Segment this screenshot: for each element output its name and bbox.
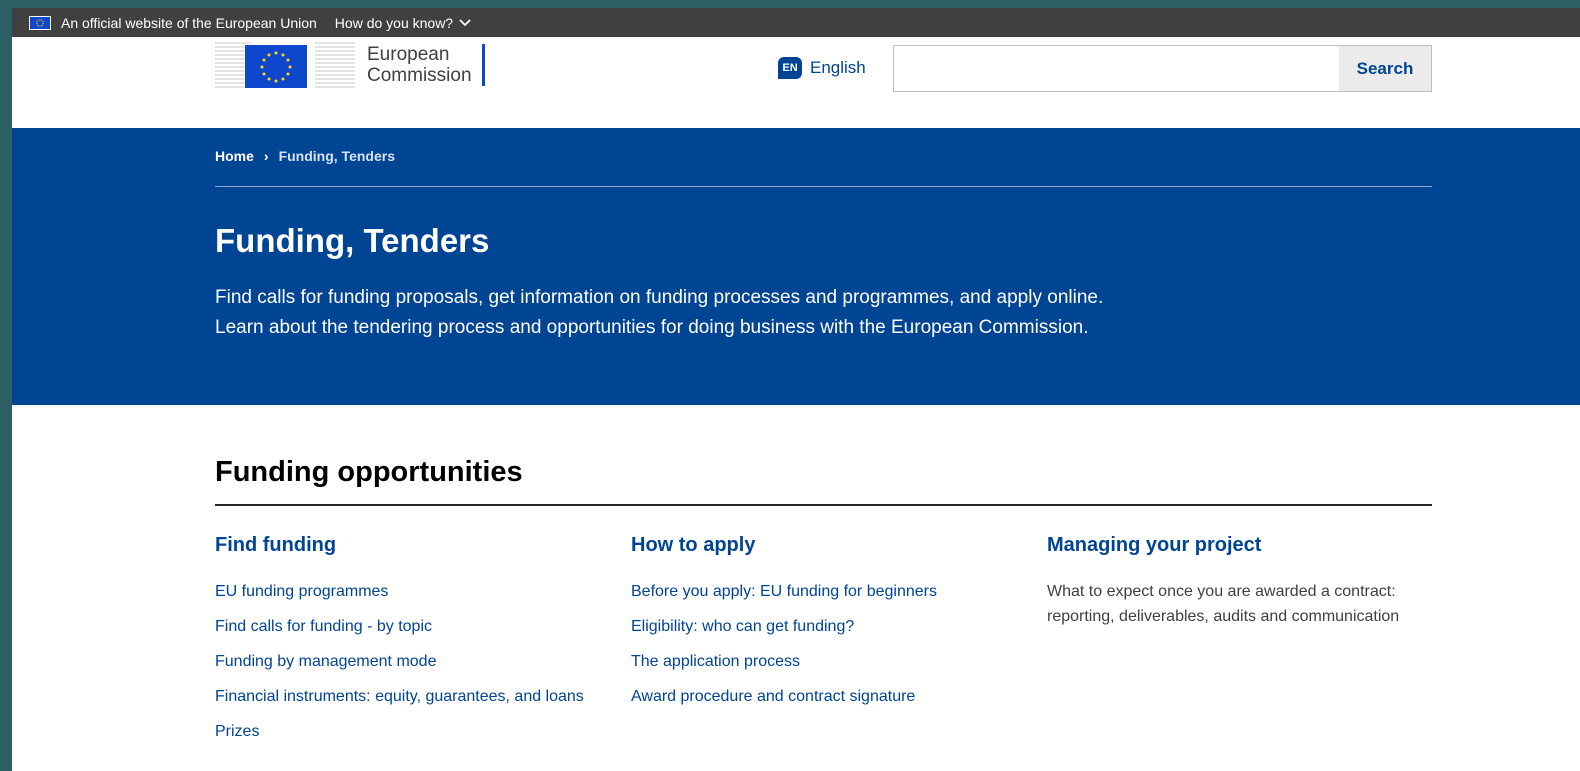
official-website-text: An official website of the European Unio…: [61, 14, 317, 31]
logo-line-2: Commission: [367, 64, 472, 86]
section-divider: [215, 504, 1432, 506]
how-do-you-know-label: How do you know?: [334, 14, 454, 31]
search-bar: Search: [893, 45, 1432, 92]
logo-wordmark: European Commission: [367, 43, 485, 86]
link-eligibility[interactable]: Eligibility: who can get funding?: [631, 614, 1011, 639]
browser-viewport: An official website of the European Unio…: [12, 8, 1580, 771]
european-commission-logo[interactable]: European Commission: [215, 37, 485, 92]
page-description: Find calls for funding proposals, get in…: [215, 287, 1104, 338]
page-hero: Home › Funding, Tenders Funding, Tenders…: [12, 128, 1580, 405]
chevron-down-icon: [459, 18, 471, 26]
managing-project-heading-link[interactable]: Managing your project: [1047, 534, 1427, 557]
language-selector[interactable]: EN English: [778, 57, 866, 79]
language-label: English: [810, 58, 866, 77]
link-find-calls-by-topic[interactable]: Find calls for funding - by topic: [215, 614, 595, 639]
official-eu-bar: An official website of the European Unio…: [12, 8, 1580, 37]
site-header: European Commission EN English Search: [12, 37, 1580, 128]
search-input[interactable]: [894, 46, 1339, 91]
link-before-you-apply[interactable]: Before you apply: EU funding for beginne…: [631, 579, 1011, 604]
logo-line-1: European: [367, 43, 450, 65]
eu-flag-icon: [29, 15, 51, 30]
find-funding-heading-link[interactable]: Find funding: [215, 534, 595, 557]
hero-divider: [215, 186, 1432, 187]
link-eu-funding-programmes[interactable]: EU funding programmes: [215, 579, 595, 604]
link-award-procedure[interactable]: Award procedure and contract signature: [631, 684, 1011, 709]
how-to-apply-list: Before you apply: EU funding for beginne…: [631, 579, 1011, 709]
link-funding-by-management-mode[interactable]: Funding by management mode: [215, 649, 595, 674]
page-title: Funding, Tenders: [215, 222, 490, 259]
column-find-funding: Find funding EU funding programmes Find …: [215, 534, 595, 754]
logo-emblem: [215, 37, 355, 92]
link-application-process[interactable]: The application process: [631, 649, 1011, 674]
section-title: Funding opportunities: [215, 456, 523, 488]
breadcrumb-home-link[interactable]: Home: [215, 148, 254, 164]
how-to-apply-heading-link[interactable]: How to apply: [631, 534, 1011, 557]
breadcrumb: Home › Funding, Tenders: [215, 148, 395, 164]
link-financial-instruments[interactable]: Financial instruments: equity, guarantee…: [215, 684, 595, 709]
managing-project-description: What to expect once you are awarded a co…: [1047, 583, 1400, 625]
find-funding-list: EU funding programmes Find calls for fun…: [215, 579, 595, 744]
column-managing-project: Managing your project What to expect onc…: [1047, 534, 1427, 629]
chevron-right-icon: ›: [263, 148, 269, 164]
column-how-to-apply: How to apply Before you apply: EU fundin…: [631, 534, 1011, 719]
search-button[interactable]: Search: [1339, 46, 1431, 91]
breadcrumb-current: Funding, Tenders: [278, 148, 395, 164]
language-icon: EN: [778, 57, 802, 79]
how-do-you-know-toggle[interactable]: How do you know?: [335, 15, 471, 31]
link-prizes[interactable]: Prizes: [215, 719, 595, 744]
